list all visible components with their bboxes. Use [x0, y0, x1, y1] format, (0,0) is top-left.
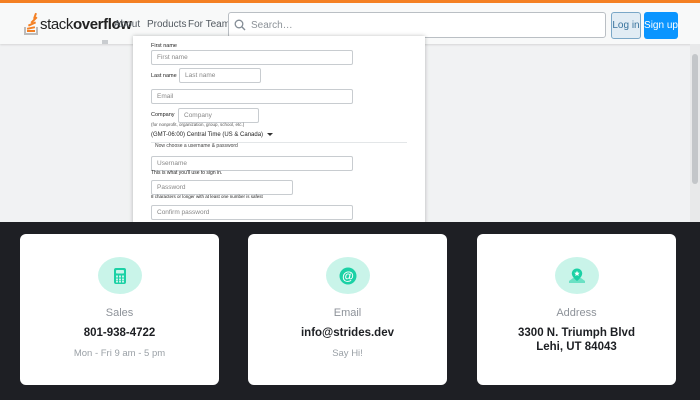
map-pin-icon: [555, 257, 599, 294]
timezone-select[interactable]: (GMT-06:00) Central Time (US & Canada): [151, 129, 274, 140]
company-field[interactable]: Company: [178, 108, 259, 123]
username-field[interactable]: Username: [151, 156, 353, 171]
credentials-heading: Now choose a username & password: [155, 143, 238, 149]
search-box[interactable]: [228, 12, 606, 38]
first-name-label: First name: [151, 43, 177, 49]
company-label: Company: [151, 112, 175, 118]
sales-card: Sales 801-938-4722 Mon - Fri 9 am - 5 pm: [20, 234, 219, 385]
address-line-2: Lehi, UT 84043: [536, 341, 617, 353]
email-address[interactable]: info@strides.dev: [248, 326, 447, 340]
at-sign-icon: @: [326, 257, 370, 294]
address-title: Address: [556, 307, 597, 319]
last-name-label: Last name: [151, 73, 177, 79]
signup-form: First name First name Last name Last nam…: [133, 36, 425, 226]
chevron-down-icon: [267, 133, 274, 136]
company-hint: (for nonprofit, organization, group, sch…: [151, 122, 245, 127]
address-line-1: 3300 N. Triumph Blvd: [518, 327, 635, 339]
calculator-icon: [98, 257, 142, 294]
login-button[interactable]: Log in: [611, 12, 641, 39]
svg-text:@: @: [342, 269, 354, 283]
nav-products[interactable]: Products: [147, 19, 186, 30]
address-card: Address 3300 N. Triumph Blvd Lehi, UT 84…: [477, 234, 676, 385]
email-title: Email: [333, 307, 362, 319]
search-icon: [234, 19, 246, 31]
email-card: @ Email info@strides.dev Say Hi!: [248, 234, 447, 385]
sales-hours: Mon - Fri 9 am - 5 pm: [73, 348, 166, 359]
page-scrollbar[interactable]: [690, 44, 700, 222]
email-field[interactable]: Email: [151, 89, 353, 104]
scrollbar-thumb[interactable]: [692, 54, 698, 184]
sales-phone[interactable]: 801-938-4722: [20, 326, 219, 340]
timezone-value: (GMT-06:00) Central Time (US & Canada): [151, 131, 264, 138]
logo-text-light: stack: [40, 15, 74, 33]
search-input[interactable]: [251, 19, 591, 31]
confirm-password-field[interactable]: Confirm password: [151, 205, 353, 220]
username-hint: This is what you'll use to sign in.: [151, 170, 223, 176]
password-field[interactable]: Password: [151, 180, 293, 195]
last-name-field[interactable]: Last name: [179, 68, 261, 83]
email-tagline: Say Hi!: [332, 348, 363, 359]
address-text: 3300 N. Triumph Blvd Lehi, UT 84043: [477, 326, 676, 354]
first-name-field[interactable]: First name: [151, 50, 353, 65]
stack-logo-icon: [24, 12, 38, 35]
password-hint: 8 characters or longer with at least one…: [151, 194, 263, 199]
background-mark: [102, 40, 108, 44]
nav-about[interactable]: About: [114, 19, 140, 30]
signup-button[interactable]: Sign up: [644, 12, 678, 39]
sales-title: Sales: [105, 307, 134, 319]
